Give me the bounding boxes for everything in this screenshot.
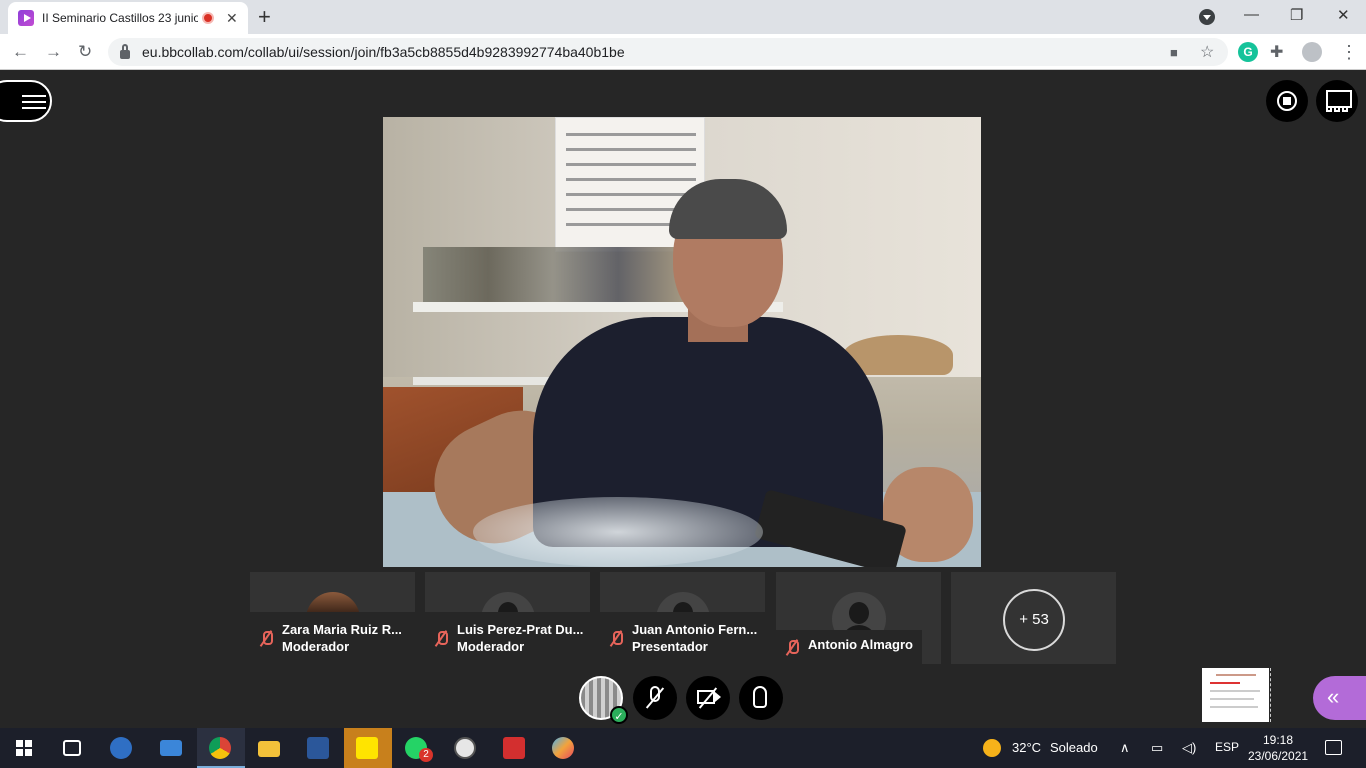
mic-muted-icon [435,631,448,647]
participant-role: Moderador [282,639,350,654]
windows-taskbar: 2 32°C Soleado ∧ ▭ ◁) ESP 19:18 23/06/20… [0,728,1366,768]
participant-tile[interactable]: Antonio Almagro [776,572,941,664]
language-indicator[interactable]: ESP [1215,740,1239,754]
sticky-notes-icon[interactable] [344,728,392,768]
tab-search-icon[interactable] [1199,9,1215,25]
word-icon[interactable] [295,728,343,768]
stop-sharing-button[interactable] [1266,80,1308,122]
participant-tile[interactable]: Luis Perez-Prat Du... Moderador [425,572,590,664]
paint-icon[interactable] [540,728,588,768]
whatsapp-badge: 2 [419,748,433,762]
mic-muted-icon [786,640,799,656]
profile-avatar-icon[interactable] [1302,42,1322,62]
mail-icon[interactable] [148,728,196,768]
collaborate-favicon-icon [18,10,34,26]
restore-button[interactable]: ❐ [1290,6,1303,24]
address-bar[interactable]: eu.bbcollab.com/collab/ui/session/join/f… [108,38,1228,66]
extensions-puzzle-icon[interactable]: ✚ [1270,42,1290,62]
more-participants-tile[interactable]: + 53 [951,572,1116,664]
session-menu-button[interactable] [0,80,52,122]
tab-close-icon[interactable]: ✕ [226,10,238,27]
new-tab-button[interactable]: + [258,4,271,30]
weather-temp[interactable]: 32°C [1012,740,1041,755]
browser-menu-icon[interactable]: ⋮ [1340,42,1358,63]
participant-name: Zara Maria Ruiz R... [282,622,402,637]
task-view-icon[interactable] [48,728,96,768]
open-panel-button[interactable]: « [1313,676,1366,720]
collaborate-session: Zara Maria Ruiz R... Moderador Luis Pere… [0,70,1366,728]
grammarly-extension-icon[interactable]: G [1238,42,1258,62]
whatsapp-icon[interactable]: 2 [393,728,441,768]
acrobat-icon[interactable] [491,728,539,768]
recording-indicator-icon [202,12,214,24]
mic-muted-icon [260,631,273,647]
windows-start-icon[interactable] [16,740,32,756]
status-check-icon: ✓ [610,706,628,724]
hamburger-icon [22,95,46,97]
file-explorer-icon[interactable] [246,728,294,768]
battery-icon[interactable]: ▭ [1151,740,1163,756]
participant-name: Juan Antonio Fern... [632,622,758,637]
microphone-button[interactable] [633,676,677,720]
url-text: eu.bbcollab.com/collab/ui/session/join/f… [142,44,625,60]
camera-button[interactable] [686,676,730,720]
system-clock[interactable]: 19:18 23/06/2021 [1248,732,1308,764]
mic-muted-icon [610,631,623,647]
minimize-button[interactable]: — [1244,6,1259,23]
participant-role: Presentador [632,639,708,654]
camera-in-use-icon[interactable]: ■ [1170,45,1178,60]
participant-tile[interactable]: Juan Antonio Fern... Presentador [600,572,765,664]
raise-hand-icon [753,686,767,708]
tab-title: II Seminario Castillos 23 junio [42,11,198,25]
notification-center-icon[interactable] [1325,740,1342,755]
outlook-icon[interactable] [98,728,146,768]
raise-hand-button[interactable] [739,676,783,720]
weather-sun-icon [983,739,1001,757]
participant-role: Moderador [457,639,525,654]
back-button[interactable]: ← [12,42,29,62]
layout-toggle-button[interactable] [1316,80,1358,122]
main-video-feed [383,117,981,567]
more-participants-count: + 53 [1003,589,1065,651]
browser-toolbar: ← → ↻ eu.bbcollab.com/collab/ui/session/… [0,34,1366,70]
close-window-button[interactable]: ✕ [1337,6,1350,24]
show-hidden-icons-icon[interactable]: ∧ [1120,740,1130,756]
reload-button[interactable]: ↻ [78,42,92,62]
chrome-icon[interactable] [197,728,245,768]
clock-time: 19:18 [1262,733,1294,747]
my-status-button[interactable]: ✓ [579,676,628,724]
participant-name: Antonio Almagro [808,637,913,652]
volume-icon[interactable]: ◁) [1182,740,1196,756]
forward-button[interactable]: → [45,42,62,62]
clock-date: 23/06/2021 [1248,749,1309,763]
bookmark-star-icon[interactable]: ☆ [1200,42,1214,62]
participant-tile[interactable]: Zara Maria Ruiz R... Moderador [250,572,415,664]
browser-tab[interactable]: II Seminario Castillos 23 junio ✕ [8,2,248,34]
browser-tabstrip: II Seminario Castillos 23 junio ✕ + — ❐ … [0,0,1366,34]
shared-content-thumbnail[interactable] [1202,668,1269,722]
participant-name: Luis Perez-Prat Du... [457,622,584,637]
weather-text[interactable]: Soleado [1050,740,1098,755]
lock-icon [120,43,130,59]
clock-app-icon[interactable] [442,728,490,768]
